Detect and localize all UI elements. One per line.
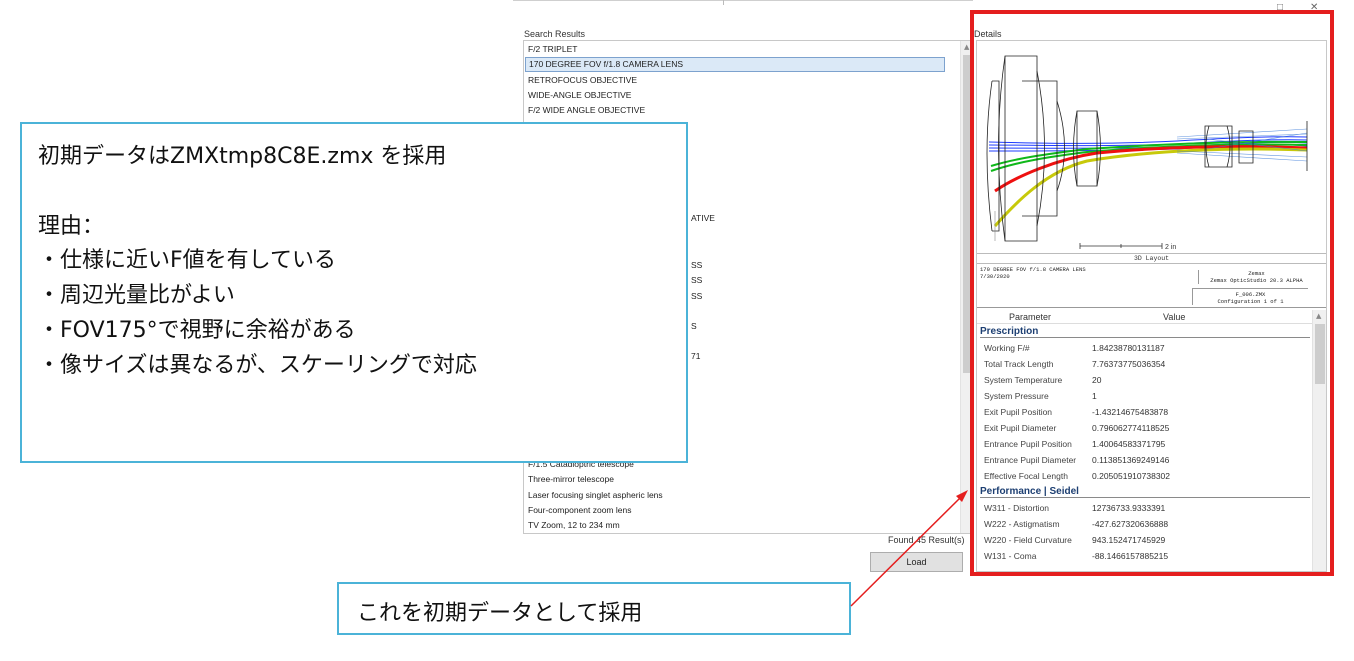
callout-arrow <box>850 490 968 607</box>
